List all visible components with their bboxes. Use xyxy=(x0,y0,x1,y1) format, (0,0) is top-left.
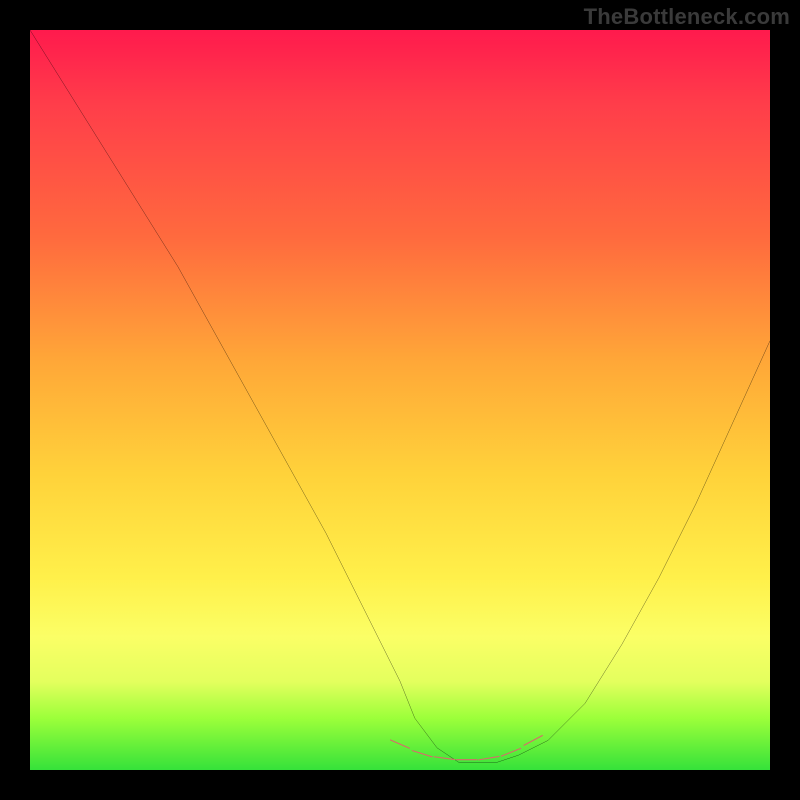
trough-markers xyxy=(391,736,543,760)
trough-marker-dash xyxy=(434,757,455,760)
trough-marker-dash xyxy=(391,740,410,748)
plot-area xyxy=(30,30,770,770)
watermark-text: TheBottleneck.com xyxy=(584,4,790,30)
chart-frame: TheBottleneck.com xyxy=(0,0,800,800)
trough-marker-dash xyxy=(501,748,520,756)
trough-marker-dash xyxy=(412,751,432,757)
trough-marker-dash xyxy=(524,736,542,746)
bottleneck-curve xyxy=(30,30,770,763)
curve-layer xyxy=(30,30,770,770)
trough-marker-dash xyxy=(479,756,499,759)
